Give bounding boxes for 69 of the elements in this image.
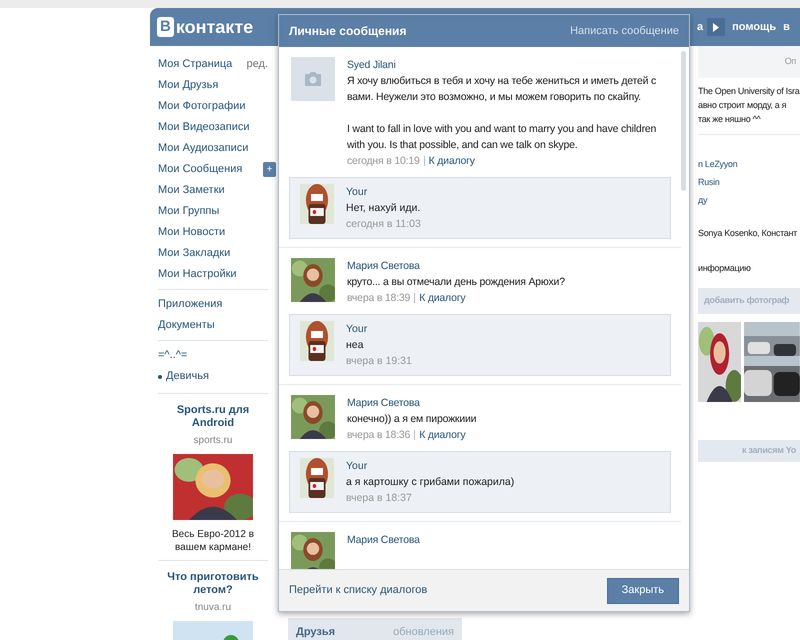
message-text: круто... а вы отмечали день рождения Арюхи? bbox=[347, 275, 565, 290]
sender-name[interactable]: Мария Светова bbox=[347, 395, 476, 411]
dialog-link[interactable]: К диалогу bbox=[419, 290, 466, 306]
sender-name[interactable]: Your bbox=[346, 458, 514, 474]
close-button[interactable]: Закрыть bbox=[606, 578, 679, 604]
sender-name[interactable]: Мария Светова bbox=[347, 532, 420, 548]
message-time: сегодня в 10:19 bbox=[347, 154, 420, 169]
sender-name[interactable]: Syed Jilani bbox=[347, 57, 669, 73]
camera-icon bbox=[303, 71, 323, 87]
sender-name[interactable]: Мария Светова bbox=[347, 258, 565, 274]
sender-name[interactable]: Your bbox=[346, 321, 412, 337]
message-text: а я картошку с грибами пожарила) bbox=[346, 475, 514, 490]
sender-name[interactable]: Your bbox=[346, 184, 421, 200]
profile-text: авно строит морду, а я bbox=[698, 99, 788, 112]
menu-item[interactable]: Мои Новости bbox=[158, 224, 226, 241]
popup-title: Личные сообщения bbox=[289, 23, 406, 40]
section-band: к записям Yo bbox=[698, 440, 800, 462]
message-text: I want to fall in love with you and want to marry you and have children with you. Is that possible, and can we talk on skype. bbox=[347, 122, 658, 153]
play-icon bbox=[713, 22, 720, 32]
profile-link[interactable]: ду bbox=[698, 191, 708, 209]
nav-link[interactable]: в bbox=[783, 18, 790, 36]
message-time: вчера в 18:37 bbox=[346, 491, 413, 506]
menu-item[interactable]: Мои Аудиозаписи bbox=[158, 140, 248, 157]
menu-item[interactable]: =^..^= bbox=[158, 347, 188, 364]
profile-text: так же няшно ^^ bbox=[698, 113, 762, 126]
message-text: Нет, нахуй иди. bbox=[346, 201, 421, 216]
message-text: неа bbox=[346, 338, 364, 353]
ad-domain: sports.ru bbox=[194, 434, 232, 448]
nav-link[interactable]: а bbox=[697, 18, 704, 36]
menu-item[interactable]: Документы bbox=[158, 317, 215, 334]
ad-title[interactable]: Что приготовить летом? bbox=[163, 571, 263, 597]
profile-link[interactable]: n LeZyyon bbox=[698, 155, 738, 173]
menu-item[interactable]: Приложения bbox=[158, 296, 222, 313]
message-time: вчера в 19:31 bbox=[346, 354, 412, 369]
info-link[interactable]: информацию bbox=[698, 262, 800, 276]
nav-link[interactable]: помощь bbox=[732, 18, 776, 36]
message-time: сегодня в 11:03 bbox=[346, 217, 421, 232]
message-text: конечно)) а я ем пирожкиии bbox=[347, 412, 476, 427]
menu-item[interactable]: Девичья bbox=[166, 368, 209, 385]
menu-item[interactable]: Мои Закладки bbox=[158, 245, 230, 262]
scrollbar-thumb[interactable] bbox=[681, 51, 686, 191]
profile-link[interactable]: Rusin bbox=[698, 173, 720, 191]
message-text: Я хочу влюбиться в тебя и хочу на тебе жениться и иметь детей с вами. Неужели это возможно, и мы можем говорить по скайпу. bbox=[347, 74, 658, 105]
ad-domain: tnuva.ru bbox=[194, 601, 232, 615]
ad-title[interactable]: Sports.ru для Android bbox=[163, 404, 263, 430]
section-band: добавить фотограф bbox=[698, 288, 800, 314]
menu-item[interactable]: Мои Фотографии bbox=[158, 98, 246, 115]
dialog-link[interactable]: К диалогу bbox=[419, 427, 466, 443]
menu-item[interactable]: Мои Видеозаписи bbox=[158, 119, 250, 136]
menu-item[interactable]: Мои Группы bbox=[158, 203, 220, 220]
menu-item[interactable]: Мои Сообщения bbox=[158, 161, 242, 178]
menu-item[interactable]: Мои Друзья bbox=[158, 77, 218, 94]
ad-caption: Весь Евро-2012 в вашем кармане! bbox=[171, 528, 255, 554]
logo-mark[interactable]: В bbox=[157, 17, 174, 37]
menu-item[interactable]: Мои Настройки bbox=[158, 266, 237, 283]
section-band: Оп bbox=[698, 46, 800, 78]
section-title: Друзья bbox=[296, 625, 336, 640]
play-button[interactable] bbox=[707, 18, 726, 36]
edit-link[interactable]: ред. bbox=[246, 56, 268, 73]
add-button[interactable]: + bbox=[263, 162, 276, 177]
menu-item[interactable]: Моя Страница bbox=[158, 56, 232, 73]
menu-item[interactable]: Мои Заметки bbox=[158, 182, 225, 199]
profile-text: The Open University of Isra bbox=[698, 85, 800, 98]
logo-text[interactable]: контакте bbox=[176, 14, 254, 40]
dialogs-link[interactable]: Перейти к списку диалогов bbox=[289, 582, 428, 599]
profile-text: Sonya Kosenko, Констант bbox=[698, 227, 798, 240]
dialog-link[interactable]: К диалогу bbox=[428, 153, 475, 169]
message-time: вчера в 18:39 bbox=[347, 291, 410, 306]
message-time: вчера в 18:36 bbox=[347, 428, 410, 443]
